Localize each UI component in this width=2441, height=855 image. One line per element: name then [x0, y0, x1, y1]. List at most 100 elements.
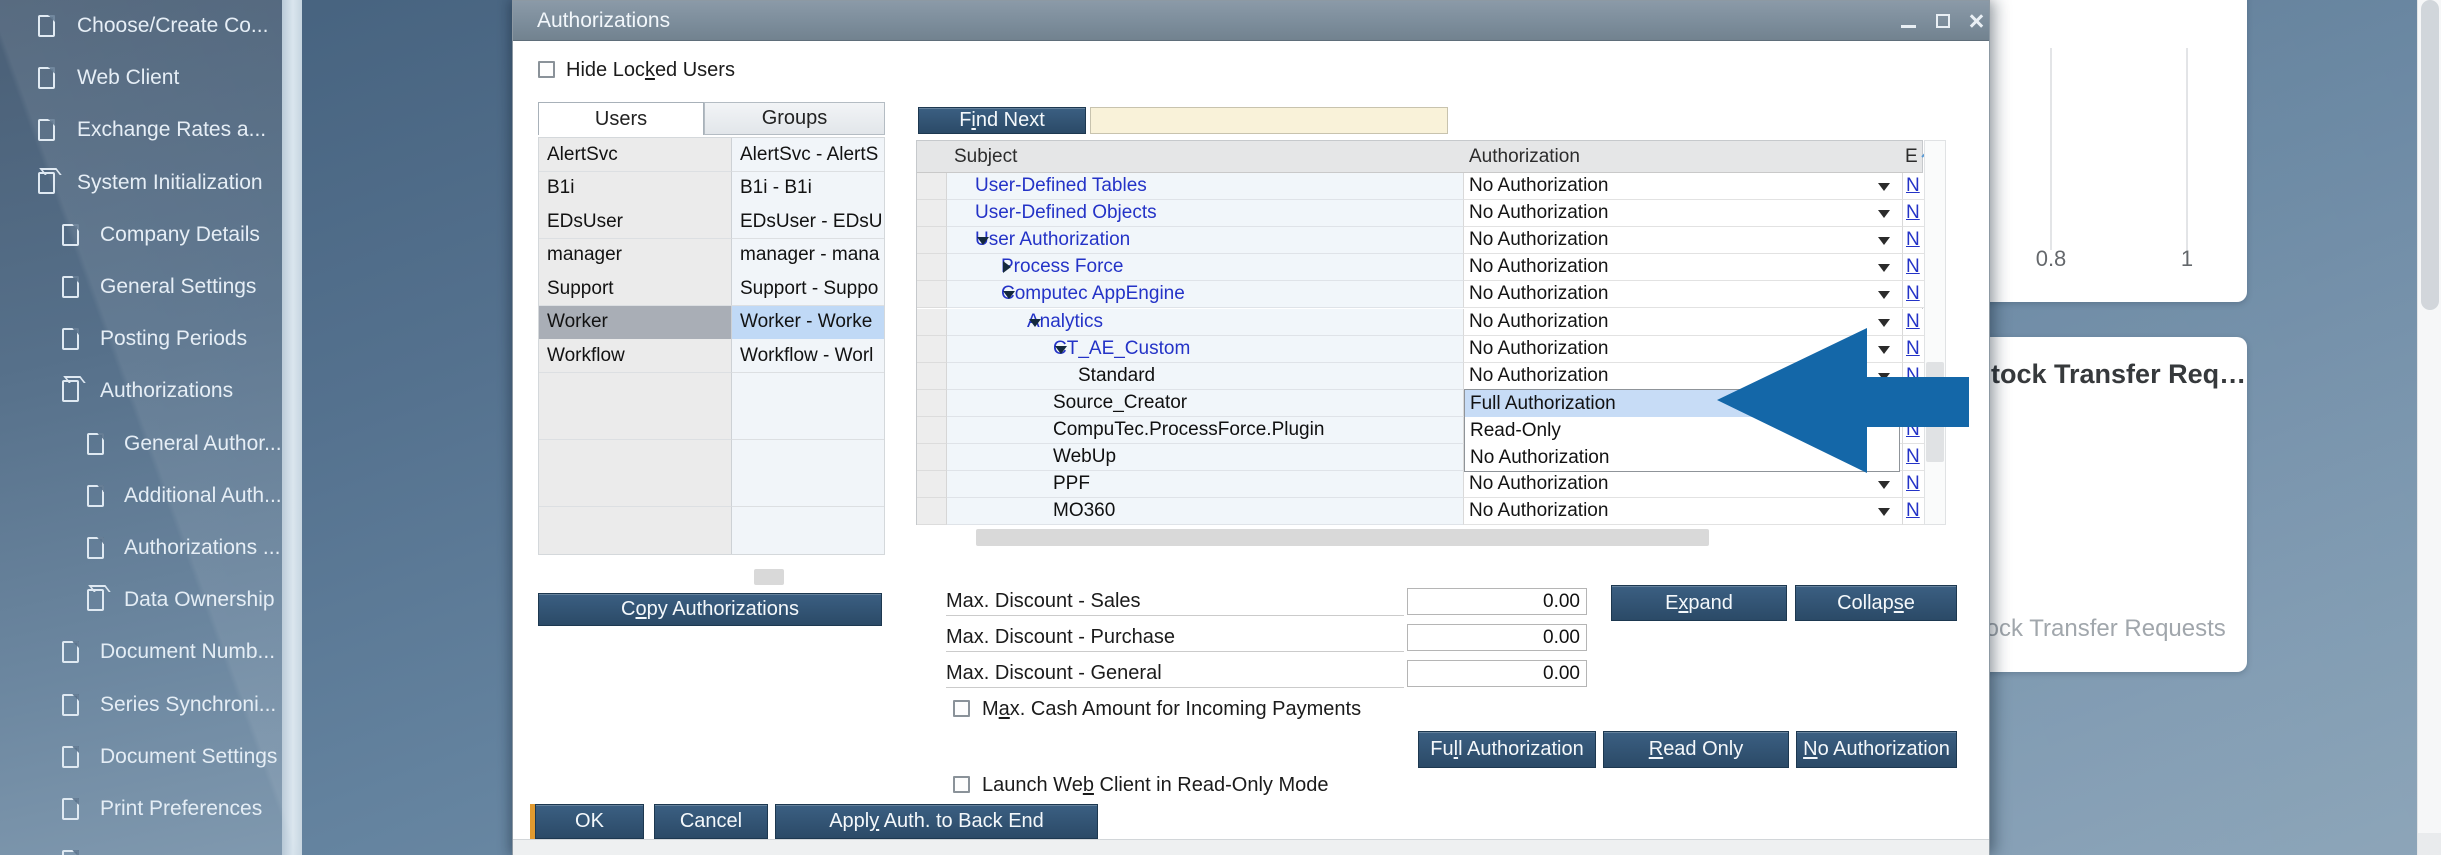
user-code-cell[interactable]: Worker — [539, 305, 732, 340]
sidebar-item-general-settings[interactable]: General Settings — [0, 269, 256, 305]
column-header-authorization[interactable]: Authorization — [1469, 141, 1580, 173]
no-authorization-button[interactable]: No Authorization — [1796, 731, 1957, 768]
authorization-cell[interactable]: No Authorization — [1464, 498, 1902, 526]
find-next-button[interactable]: Find Next — [918, 107, 1086, 134]
row-selector-cell[interactable] — [917, 308, 947, 336]
authorization-cell[interactable]: No Authorization — [1464, 227, 1902, 255]
collapse-caret-icon[interactable] — [1029, 318, 1041, 327]
subject-label[interactable]: User-Defined Objects — [975, 202, 1157, 224]
sidebar-item-system-initialization[interactable]: System Initialization — [0, 165, 263, 201]
window-scrollbar-thumb[interactable] — [2421, 0, 2439, 310]
e-column-link[interactable]: N — [1906, 311, 1920, 333]
column-header-subject[interactable]: Subject — [954, 141, 1017, 173]
users-table-row[interactable] — [539, 473, 884, 507]
users-table-row[interactable] — [539, 372, 884, 407]
user-name-cell[interactable] — [732, 406, 884, 440]
e-column-link[interactable]: N — [1906, 256, 1920, 278]
e-column-link[interactable]: N — [1906, 338, 1920, 360]
sidebar-item-document-numb[interactable]: Document Numb... — [0, 634, 275, 670]
max-cash-checkbox[interactable] — [953, 700, 970, 717]
max-discount-purchase-input[interactable] — [1407, 624, 1587, 651]
tree-vscrollbar[interactable] — [1924, 140, 1946, 525]
row-selector-cell[interactable] — [917, 471, 947, 499]
sidebar-item-web-client[interactable]: Web Client — [0, 60, 179, 96]
user-code-cell[interactable] — [539, 506, 732, 541]
users-table-row[interactable] — [539, 540, 884, 554]
find-input[interactable] — [1090, 107, 1448, 134]
launch-web-client-checkbox[interactable] — [953, 776, 970, 793]
full-authorization-button[interactable]: Full Authorization — [1418, 731, 1596, 768]
subject-label[interactable]: CompuTec.ProcessForce.Plugin — [1053, 419, 1324, 441]
row-selector-cell[interactable] — [917, 444, 947, 471]
row-selector-cell[interactable] — [917, 389, 947, 417]
user-code-cell[interactable]: EDsUser — [539, 205, 732, 239]
subject-cell[interactable]: User Authorization — [947, 227, 1464, 255]
sidebar-item[interactable] — [0, 843, 79, 855]
dropdown-caret-icon[interactable] — [1878, 210, 1890, 219]
subject-cell[interactable]: Source_Creator — [947, 389, 1464, 417]
stock-transfer-card-link[interactable]: Stock Transfer Requests — [1963, 615, 2226, 643]
user-name-cell[interactable]: Workflow - Worl — [732, 339, 884, 373]
user-code-cell[interactable]: manager — [539, 238, 732, 273]
tree-row-ct-ae-custom[interactable]: CT_AE_Custom No Authorization N — [917, 335, 1924, 363]
sidebar-item-data-ownership[interactable]: Data Ownership — [0, 582, 275, 618]
subject-cell[interactable]: Process Force — [947, 254, 1464, 282]
authorization-cell[interactable]: No Authorization — [1464, 173, 1902, 200]
sidebar-item-series-synchroni[interactable]: Series Synchroni... — [0, 687, 276, 723]
subject-cell[interactable]: User-Defined Objects — [947, 200, 1464, 228]
row-selector-cell[interactable] — [917, 254, 947, 282]
e-column-link[interactable]: N — [1906, 473, 1920, 495]
row-selector-cell[interactable] — [917, 281, 947, 309]
e-column-link[interactable]: N — [1906, 202, 1920, 224]
dropdown-caret-icon[interactable] — [1878, 291, 1890, 300]
dropdown-caret-icon[interactable] — [1878, 264, 1890, 273]
users-table-row[interactable]: EDsUser EDsUser - EDsU — [539, 205, 884, 239]
max-discount-sales-input[interactable] — [1407, 588, 1587, 615]
tab-users[interactable]: Users — [538, 102, 704, 135]
tree-row-ppf[interactable]: PPF No Authorization N — [917, 471, 1924, 499]
user-name-cell[interactable] — [732, 473, 884, 507]
subject-cell[interactable]: CT_AE_Custom — [947, 335, 1464, 363]
users-table-row[interactable]: B1i B1i - B1i — [539, 171, 884, 206]
e-column-link[interactable]: N — [1906, 446, 1920, 468]
tree-row-computec-appengine[interactable]: Computec AppEngine No Authorization N — [917, 281, 1924, 309]
window-scrollbar[interactable] — [2417, 0, 2441, 855]
tree-row-user-authorization[interactable]: User Authorization No Authorization N — [917, 227, 1924, 255]
row-selector-cell[interactable] — [917, 498, 947, 526]
dialog-titlebar[interactable]: Authorizations — [513, 1, 1989, 41]
e-column-link[interactable]: N — [1906, 229, 1920, 251]
dropdown-caret-icon[interactable] — [1878, 508, 1890, 517]
user-name-cell[interactable] — [732, 506, 884, 541]
sidebar-item-authorizations[interactable]: Authorizations — [0, 373, 233, 409]
expand-button[interactable]: Expand — [1611, 585, 1787, 621]
sidebar-item-authorizations[interactable]: Authorizations ... — [0, 530, 280, 566]
authorization-cell[interactable]: No Authorization — [1464, 308, 1902, 336]
users-table-row[interactable] — [539, 506, 884, 541]
close-button[interactable] — [1961, 1, 1991, 41]
cancel-button[interactable]: Cancel — [654, 804, 768, 839]
authorization-cell[interactable]: No Authorization — [1464, 471, 1902, 499]
subject-cell[interactable]: User-Defined Tables — [947, 173, 1464, 200]
tree-row-user-defined-tables[interactable]: User-Defined Tables No Authorization N — [917, 173, 1924, 200]
maximize-button[interactable] — [1928, 1, 1958, 41]
user-name-cell[interactable]: Support - Suppo — [732, 272, 884, 306]
tree-row-analytics[interactable]: Analytics No Authorization N — [917, 308, 1924, 336]
row-selector-cell[interactable] — [917, 416, 947, 444]
subject-label[interactable]: WebUp — [1053, 446, 1116, 468]
subject-label[interactable]: Computec AppEngine — [1001, 283, 1185, 305]
user-code-cell[interactable]: AlertSvc — [539, 138, 732, 172]
sidebar-item-exchange-rates-a[interactable]: Exchange Rates a... — [0, 112, 266, 148]
authorization-cell[interactable]: No Authorization — [1464, 254, 1902, 282]
dropdown-caret-icon[interactable] — [1878, 237, 1890, 246]
subject-label[interactable]: CT_AE_Custom — [1053, 338, 1190, 360]
users-table-row[interactable]: Worker Worker - Worke — [539, 305, 884, 340]
user-name-cell[interactable]: Worker - Worke — [732, 305, 884, 340]
sidebar-item-document-settings[interactable]: Document Settings — [0, 739, 277, 775]
row-selector-cell[interactable] — [917, 227, 947, 255]
user-name-cell[interactable] — [732, 439, 884, 474]
authorization-cell[interactable]: No Authorization — [1464, 200, 1902, 228]
e-column-link[interactable]: N — [1906, 175, 1920, 197]
tree-row-process-force[interactable]: Process Force No Authorization N — [917, 254, 1924, 282]
hide-locked-users-checkbox[interactable] — [538, 61, 555, 78]
subject-cell[interactable]: PPF — [947, 471, 1464, 499]
